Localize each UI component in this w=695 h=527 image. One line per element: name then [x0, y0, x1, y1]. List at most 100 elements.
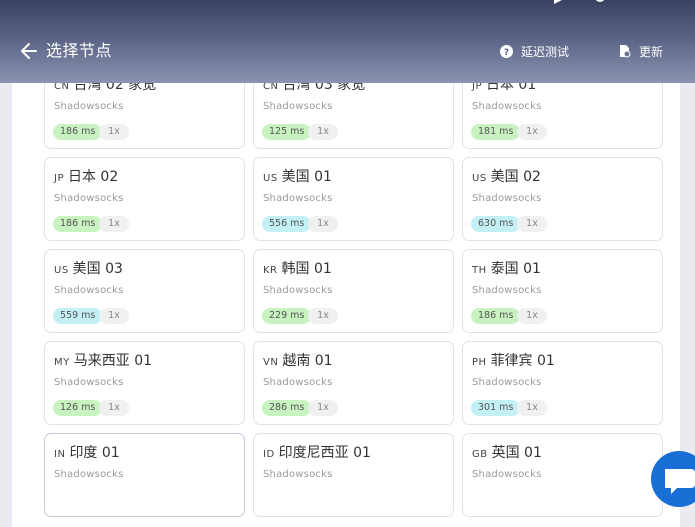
node-name: JP 日本 02 [54, 168, 118, 188]
country-code: CN [54, 83, 70, 92]
node-protocol: Shadowsocks [54, 285, 124, 296]
back-arrow-icon[interactable] [18, 40, 40, 62]
node-name-text: 越南 01 [282, 353, 333, 369]
node-name: CN 台湾 02 家宽 [54, 83, 156, 96]
node-name-text: 日本 02 [67, 169, 119, 185]
rate-badge: 1x [308, 400, 338, 416]
chat-bubble-icon [665, 469, 695, 494]
file-refresh-icon [620, 45, 631, 58]
node-name-text: 美国 03 [72, 261, 123, 277]
rate-badge: 1x [99, 400, 129, 416]
country-code: US [472, 173, 487, 184]
node-card[interactable]: US 美国 01 Shadowsocks 556 ms 1x [253, 157, 454, 241]
latency-test-button[interactable]: ? 延迟测试 [500, 41, 569, 61]
latency-badge: 559 ms [53, 308, 103, 324]
country-code: PH [472, 357, 487, 368]
node-card[interactable]: IN 印度 01 Shadowsocks [44, 433, 245, 517]
country-code: JP [472, 83, 482, 92]
node-protocol: Shadowsocks [54, 469, 124, 480]
node-card[interactable]: TH 泰国 01 Shadowsocks 186 ms 1x [462, 249, 663, 333]
node-name-text: 韩国 01 [281, 261, 332, 277]
latency-badge: 229 ms [262, 308, 312, 324]
country-code: US [54, 265, 69, 276]
node-card[interactable]: PH 菲律宾 01 Shadowsocks 301 ms 1x [462, 341, 663, 425]
country-code: VN [263, 357, 279, 368]
node-name-text: 泰国 01 [490, 261, 541, 277]
node-card[interactable]: US 美国 02 Shadowsocks 630 ms 1x [462, 157, 663, 241]
page-title: 选择节点 [46, 41, 113, 60]
node-name: IN 印度 01 [54, 444, 120, 464]
latency-badge: 186 ms [53, 216, 103, 232]
node-card[interactable]: GB 英国 01 Shadowsocks [462, 433, 663, 517]
node-protocol: Shadowsocks [54, 101, 124, 112]
node-protocol: Shadowsocks [263, 193, 333, 204]
node-protocol: Shadowsocks [54, 377, 124, 388]
node-name: US 美国 02 [472, 168, 541, 188]
node-card[interactable]: ID 印度尼西亚 01 Shadowsocks [253, 433, 454, 517]
node-protocol: Shadowsocks [263, 285, 333, 296]
node-name: GB 英国 01 [472, 444, 542, 464]
rate-badge: 1x [517, 400, 547, 416]
country-code: US [263, 173, 278, 184]
rate-badge: 1x [517, 124, 547, 140]
status-icons [554, 0, 604, 4]
latency-badge: 126 ms [53, 400, 103, 416]
node-name-text: 印度 01 [69, 445, 120, 461]
node-name: JP 日本 01 [472, 83, 536, 96]
node-protocol: Shadowsocks [263, 377, 333, 388]
node-name-text: 菲律宾 01 [490, 353, 555, 369]
latency-badge: 186 ms [53, 124, 103, 140]
rate-badge: 1x [99, 308, 129, 324]
node-card[interactable]: US 美国 03 Shadowsocks 559 ms 1x [44, 249, 245, 333]
node-card[interactable]: JP 日本 02 Shadowsocks 186 ms 1x [44, 157, 245, 241]
latency-badge: 630 ms [471, 216, 521, 232]
node-protocol: Shadowsocks [263, 101, 333, 112]
country-code: ID [263, 449, 275, 460]
node-card[interactable]: MY 马来西亚 01 Shadowsocks 126 ms 1x [44, 341, 245, 425]
rate-badge: 1x [99, 216, 129, 232]
update-label: 更新 [639, 44, 664, 59]
node-protocol: Shadowsocks [472, 469, 542, 480]
rate-badge: 1x [517, 216, 547, 232]
node-protocol: Shadowsocks [54, 193, 124, 204]
help-circle-icon: ? [500, 44, 513, 58]
country-code: TH [472, 265, 487, 276]
latency-badge: 181 ms [471, 124, 521, 140]
node-list-panel[interactable]: 153 ms1x240 ms1x153 ms1xCN台湾 02 家宽Shadow… [12, 83, 680, 527]
node-name-text: 美国 01 [281, 169, 332, 185]
node-protocol: Shadowsocks [472, 101, 542, 112]
node-name-text: 台湾 03 家宽 [282, 83, 366, 93]
node-card[interactable]: VN 越南 01 Shadowsocks 286 ms 1x [253, 341, 454, 425]
node-name: KR 韩国 01 [263, 260, 332, 280]
node-name-text: 印度尼西亚 01 [278, 445, 371, 461]
country-code: MY [54, 357, 70, 368]
node-name: US 美国 01 [263, 168, 332, 188]
node-name-text: 马来西亚 01 [73, 353, 153, 369]
rate-badge: 1x [308, 124, 338, 140]
node-name: TH 泰国 01 [472, 260, 541, 280]
rate-badge: 1x [308, 308, 338, 324]
node-protocol: Shadowsocks [472, 377, 542, 388]
update-button[interactable]: 更新 [619, 41, 663, 61]
latency-badge: 286 ms [262, 400, 312, 416]
node-name-text: 日本 01 [485, 83, 537, 93]
node-name-text: 英国 01 [491, 445, 542, 461]
node-name-text: 美国 02 [490, 169, 541, 185]
chat-support-button[interactable] [651, 451, 695, 507]
node-card[interactable]: CN 台湾 02 家宽 Shadowsocks 186 ms 1x [44, 83, 245, 149]
node-card[interactable]: CN 台湾 03 家宽 Shadowsocks 125 ms 1x [253, 83, 454, 149]
node-name: US 美国 03 [54, 260, 123, 280]
country-code: IN [54, 449, 66, 460]
country-code: GB [472, 449, 488, 460]
latency-test-label: 延迟测试 [521, 44, 570, 59]
svg-text:?: ? [504, 48, 509, 58]
rate-badge: 1x [99, 124, 129, 140]
rate-badge: 1x [308, 216, 338, 232]
country-code: CN [263, 83, 279, 92]
node-name: ID 印度尼西亚 01 [263, 444, 371, 464]
node-card[interactable]: KR 韩国 01 Shadowsocks 229 ms 1x [253, 249, 454, 333]
rate-badge: 1x [517, 308, 547, 324]
node-name: VN 越南 01 [263, 352, 333, 372]
node-card[interactable]: JP 日本 01 Shadowsocks 181 ms 1x [462, 83, 663, 149]
latency-badge: 125 ms [262, 124, 312, 140]
